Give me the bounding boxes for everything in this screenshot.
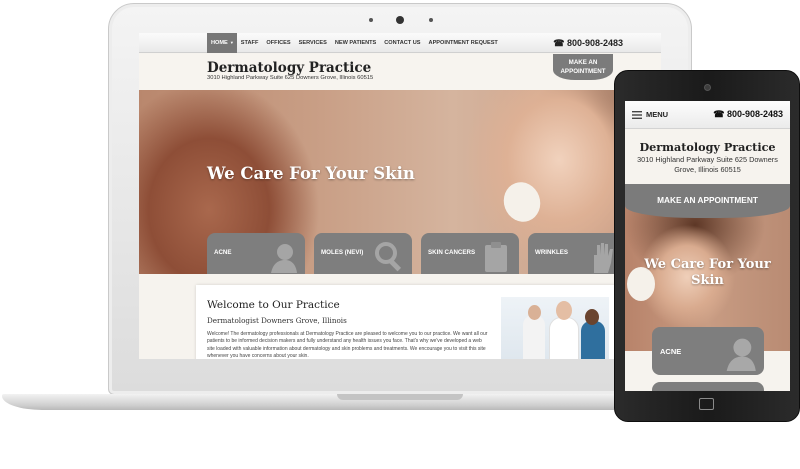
desktop-website: HOME ▼ STAFF OFFICES SERVICES NEW PATIENT…: [139, 33, 661, 359]
mobile-service-tile-acne[interactable]: ACNE: [652, 327, 764, 375]
nav-staff[interactable]: STAFF: [237, 33, 263, 53]
hero-line-2: Skin: [691, 272, 724, 288]
laptop-opening-notch: [337, 394, 463, 400]
phone-icon: ☎: [553, 38, 565, 48]
hero-banner: We Care For Your Skin ACNE MOLES (NEVI) …: [139, 90, 661, 274]
nav-new-patients[interactable]: NEW PATIENTS: [331, 33, 380, 53]
laptop-camera-dot: [429, 18, 433, 22]
phone-icon: ☎: [713, 109, 725, 119]
site-title[interactable]: Dermatology Practice: [207, 60, 371, 76]
doctors-photo: [501, 297, 609, 359]
mobile-phone[interactable]: ☎ 800-908-2483: [713, 109, 783, 120]
magnifier-icon: [375, 242, 402, 272]
welcome-subtitle: Dermatologist Downers Grove, Illinois: [207, 316, 347, 325]
laptop-camera-dot: [369, 18, 373, 22]
tile-label: ACNE: [214, 249, 232, 256]
mobile-website: MENU ☎ 800-908-2483 Dermatology Practice…: [625, 101, 790, 391]
tile-label: MOLES (NEVI): [321, 249, 364, 256]
header-phone[interactable]: ☎ 800-908-2483: [553, 33, 623, 53]
phone-home-button[interactable]: [699, 398, 714, 410]
caret-down-icon: ▼: [229, 40, 234, 45]
face-profile-icon: [726, 338, 756, 371]
nav-services[interactable]: SERVICES: [295, 33, 331, 53]
service-tile-acne[interactable]: ACNE: [207, 233, 305, 274]
nav-contact-us[interactable]: CONTACT US: [380, 33, 424, 53]
mobile-make-appointment-button[interactable]: MAKE AN APPOINTMENT: [625, 184, 790, 218]
tile-label: ACNE: [660, 347, 682, 356]
phone-camera: [704, 84, 711, 91]
mobile-site-title[interactable]: Dermatology Practice: [625, 140, 790, 154]
mobile-site-address: 3010 Highland Parkway Suite 625 Downers …: [637, 155, 778, 174]
mobile-top-bar: MENU ☎ 800-908-2483: [625, 101, 790, 129]
make-appointment-button[interactable]: MAKE AN APPOINTMENT: [553, 54, 613, 80]
cotton-pad-image: [498, 177, 546, 227]
nav-home[interactable]: HOME ▼: [207, 33, 237, 53]
welcome-title: Welcome to Our Practice: [207, 299, 340, 311]
tile-label: SKIN CANCERS: [428, 249, 476, 256]
mobile-service-tile-next[interactable]: [652, 382, 764, 391]
appointment-label-line2: APPOINTMENT: [560, 68, 606, 75]
hamburger-menu-icon[interactable]: [632, 111, 642, 119]
doctor-figure: [523, 315, 545, 359]
face-profile-icon: [271, 244, 297, 273]
tile-label: WRINKLES: [535, 249, 568, 256]
nav-offices[interactable]: OFFICES: [262, 33, 294, 53]
doctor-figure: [581, 321, 605, 359]
nav-appointment-request[interactable]: APPOINTMENT REQUEST: [425, 33, 502, 53]
menu-button[interactable]: MENU: [646, 110, 668, 119]
mobile-hero-heading: We Care For Your Skin: [625, 257, 790, 288]
clipboard-icon: [485, 242, 507, 272]
service-tile-wrinkles[interactable]: WRINKLES: [528, 233, 626, 274]
welcome-body: Welcome! The dermatology professionals a…: [207, 331, 488, 359]
doctor-head: [585, 309, 599, 325]
service-tile-skin-cancers[interactable]: SKIN CANCERS: [421, 233, 519, 274]
doctor-head: [528, 305, 541, 320]
appointment-label-line1: MAKE AN: [568, 59, 598, 66]
hero-line-1: We Care For Your: [644, 257, 771, 272]
doctor-head: [556, 301, 572, 320]
site-address: 3010 Highland Parkway Suite 625 Downers …: [207, 75, 374, 81]
service-tile-moles[interactable]: MOLES (NEVI): [314, 233, 412, 274]
phone-number: 800-908-2483: [726, 109, 783, 119]
laptop-camera: [396, 16, 404, 24]
desktop-nav-bar: HOME ▼ STAFF OFFICES SERVICES NEW PATIENT…: [139, 33, 661, 53]
phone-number: 800-908-2483: [566, 38, 623, 48]
hero-heading: We Care For Your Skin: [207, 164, 415, 183]
doctor-figure: [549, 317, 579, 359]
